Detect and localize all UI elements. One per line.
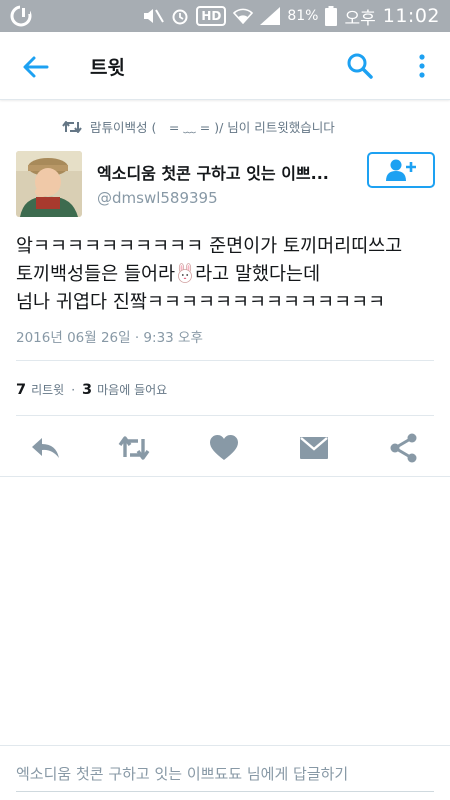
divider (0, 476, 450, 477)
avatar-image (16, 151, 82, 217)
retweet-icon (62, 120, 82, 133)
hd-badge: HD (196, 6, 227, 26)
battery-icon (325, 6, 338, 26)
alarm-icon (172, 9, 188, 25)
status-bar-right: HD 81% 오후 11:02 (142, 4, 440, 29)
divider (16, 360, 434, 361)
tweet-line-2: 토끼백성들은 들어라 라고 말했다는데 (16, 261, 436, 289)
reply-icon[interactable] (28, 432, 62, 464)
clock: 11:02 (382, 5, 440, 27)
status-bar-left (10, 5, 32, 27)
tweet-line-2-start: 토끼백성들은 들어라 (16, 264, 176, 285)
reply-placeholder: 엑소디움 첫콘 구하고 잇는 이쁘됴됴 님에게 답글하기 (16, 765, 349, 783)
like-count-label[interactable]: 마음에 들어요 (97, 381, 167, 398)
retweet-context-text: 람튜이백성 ( = ﹏ = )/ 님이 리트윗했습니다 (90, 120, 335, 135)
like-count[interactable]: 3 (82, 382, 92, 398)
share-icon[interactable] (387, 432, 421, 464)
bunny-emoji-icon (178, 263, 192, 283)
status-bar: HD 81% 오후 11:02 (0, 0, 450, 32)
author-handle[interactable]: @dmswl589395 (97, 189, 218, 207)
stats-separator: · (71, 383, 76, 397)
mute-icon (144, 9, 165, 23)
app-notification-icon (10, 5, 32, 27)
tweet-line-2-end: 라고 말했다는데 (195, 264, 321, 285)
retweet-count[interactable]: 7 (16, 382, 26, 398)
back-arrow-icon[interactable] (20, 52, 50, 82)
signal-icon (260, 7, 281, 25)
retweet-icon[interactable] (117, 432, 151, 464)
tweet-timestamp: 2016년 06월 26일 · 9:33 오후 (16, 330, 203, 346)
tweet-actions (0, 428, 450, 468)
avatar[interactable] (16, 151, 82, 217)
retweet-context[interactable]: 람튜이백성 ( = ﹏ = )/ 님이 리트윗했습니다 (62, 117, 335, 136)
page-title: 트윗 (90, 57, 125, 79)
follow-button[interactable] (367, 152, 435, 188)
tweet-line-1: 앜ㅋㅋㅋㅋㅋㅋㅋㅋㅋㅋ 준면이가 토끼머리띠쓰고 (16, 236, 403, 257)
divider (16, 415, 434, 416)
retweet-count-label[interactable]: 리트윗 (31, 381, 64, 398)
reply-underline (16, 791, 434, 792)
time-period: 오후 (344, 8, 376, 29)
tweet-line-3: 넘나 귀엽다 진짴ㅋㅋㅋㅋㅋㅋㅋㅋㅋㅋㅋㅋㅋㅋ (16, 292, 386, 313)
heart-icon[interactable] (207, 432, 241, 464)
tweet-text: 앜ㅋㅋㅋㅋㅋㅋㅋㅋㅋㅋ 준면이가 토끼머리띠쓰고 토끼백성들은 들어라 라고 말… (16, 233, 436, 317)
tweet-stats: 7 리트윗 · 3 마음에 들어요 (16, 381, 167, 398)
message-icon[interactable] (297, 432, 331, 464)
more-vertical-icon[interactable] (410, 51, 434, 81)
reply-input[interactable]: 엑소디움 첫콘 구하고 잇는 이쁘됴됴 님에게 답글하기 (0, 745, 450, 800)
add-user-icon (386, 159, 416, 181)
author-display-name[interactable]: 엑소디움 첫콘 구하고 잇는 이쁘... (97, 160, 355, 184)
search-icon[interactable] (345, 51, 375, 81)
wifi-icon (233, 8, 254, 24)
app-bar: 트윗 (0, 32, 450, 100)
battery-percent: 81% (287, 8, 319, 24)
